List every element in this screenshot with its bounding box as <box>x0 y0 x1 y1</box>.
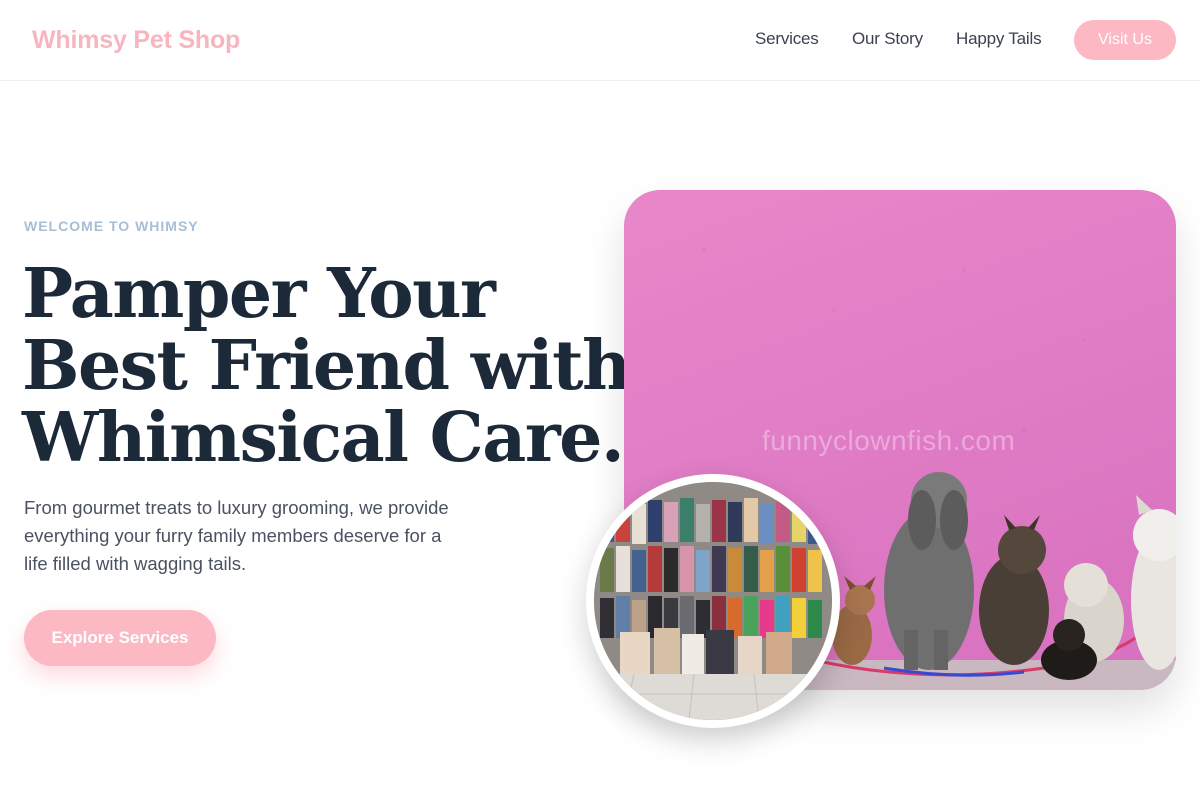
nav-link-happy-tails[interactable]: Happy Tails <box>956 29 1042 49</box>
headline-line: Best Friend with <box>22 326 632 406</box>
hero-headline: Pamper Your Best Friend with Whimsical C… <box>22 254 632 478</box>
visit-us-button[interactable]: Visit Us <box>1074 20 1176 60</box>
pet-store-photo <box>586 474 840 728</box>
nav-link-our-story[interactable]: Our Story <box>852 29 923 49</box>
hero-eyebrow: WELCOME TO WHIMSY <box>24 218 199 234</box>
pet-store-illustration <box>594 482 832 720</box>
nav-link-services[interactable]: Services <box>755 29 819 49</box>
hero-description: From gourmet treats to luxury grooming, … <box>24 494 484 578</box>
headline-line: Pamper Your <box>22 254 496 334</box>
headline-line: Whimsical Care. <box>22 398 625 478</box>
explore-services-button[interactable]: Explore Services <box>24 610 216 666</box>
image-watermark: funnyclownfish.com <box>762 425 1016 456</box>
shelves-icon <box>594 482 832 720</box>
main-nav: Services Our Story Happy Tails <box>0 29 1200 53</box>
description-line: From gourmet treats to luxury grooming, … <box>24 497 449 518</box>
site-header: Whimsy Pet Shop Services Our Story Happy… <box>0 0 1200 81</box>
description-line: everything your furry family members des… <box>24 525 442 546</box>
description-line: life filled with wagging tails. <box>24 553 247 574</box>
